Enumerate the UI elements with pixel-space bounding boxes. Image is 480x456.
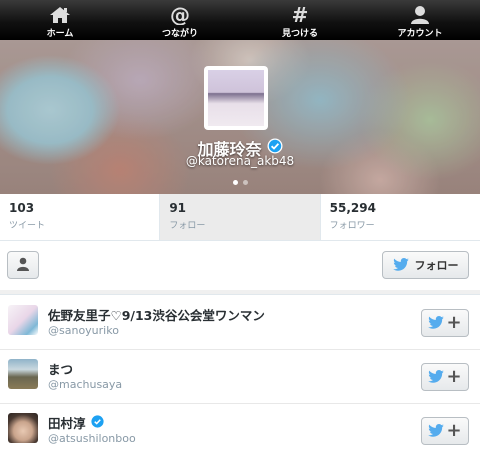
page-dot-active	[232, 180, 238, 185]
list-item[interactable]: 田村淳 @atsushilonboo +	[0, 404, 480, 456]
profile-stats: 103 ツイート 91 フォロー 55,294 フォロワー	[0, 194, 480, 241]
person-icon	[16, 256, 30, 275]
plus-icon: +	[446, 312, 462, 333]
profile-header: 加藤玲奈 @katorena_akb48	[0, 40, 480, 194]
page-indicator	[0, 180, 480, 185]
stat-following-caption: フォロー	[169, 221, 206, 231]
stat-following[interactable]: 91 フォロー	[160, 194, 321, 240]
user-name: 田村淳	[48, 416, 86, 431]
follow-button[interactable]: フォロー	[382, 251, 469, 279]
stat-tweets-value: 103	[9, 201, 35, 215]
profile-avatar[interactable]	[204, 66, 268, 130]
follow-user-button[interactable]: +	[421, 417, 469, 445]
section-divider	[0, 290, 480, 295]
svg-text:@: @	[170, 5, 190, 25]
stat-tweets-caption: ツイート	[9, 221, 46, 231]
home-icon	[47, 5, 73, 25]
hashtag-icon: #	[287, 5, 313, 25]
profile-avatar-image	[208, 70, 264, 126]
tab-account-label: アカウント	[397, 29, 443, 39]
plus-icon: +	[446, 420, 462, 441]
user-avatar	[8, 359, 38, 389]
stat-following-value: 91	[169, 201, 187, 215]
user-name: 佐野友里子♡9/13渋谷公会堂ワンマン	[48, 308, 265, 323]
verified-badge-icon	[90, 414, 104, 431]
user-name-row: まつ	[48, 359, 73, 378]
follow-user-button[interactable]: +	[421, 363, 469, 391]
tab-account[interactable]: アカウント	[360, 0, 480, 40]
profile-handle: @katorena_akb48	[185, 154, 295, 168]
twitter-bird-icon	[428, 422, 445, 441]
page-dot	[242, 180, 248, 185]
user-avatar	[8, 305, 38, 335]
user-handle: @sanoyuriko	[48, 324, 119, 337]
tab-discover[interactable]: # 見つける	[240, 0, 360, 40]
follow-user-button[interactable]: +	[421, 309, 469, 337]
stat-followers[interactable]: 55,294 フォロワー	[321, 194, 480, 240]
tab-bar: ホーム @ つながり # 見つける アカウント	[0, 0, 480, 40]
profile-actions: フォロー	[0, 241, 480, 293]
tab-home[interactable]: ホーム	[0, 0, 120, 40]
tab-connect[interactable]: @ つながり	[120, 0, 240, 40]
tab-discover-label: 見つける	[281, 29, 318, 39]
user-avatar	[8, 413, 38, 443]
at-icon: @	[167, 5, 193, 25]
list-item[interactable]: まつ @machusaya +	[0, 350, 480, 404]
tab-connect-label: つながり	[161, 29, 198, 39]
twitter-bird-icon	[428, 368, 445, 387]
user-name: まつ	[48, 362, 74, 377]
user-handle: @atsushilonboo	[48, 432, 136, 445]
stat-followers-value: 55,294	[329, 201, 376, 215]
user-name-row: 田村淳	[48, 413, 104, 432]
stat-tweets[interactable]: 103 ツイート	[0, 194, 161, 240]
person-button[interactable]	[7, 251, 39, 279]
twitter-bird-icon	[428, 314, 445, 333]
tab-home-label: ホーム	[46, 29, 74, 39]
plus-icon: +	[446, 366, 462, 387]
stat-followers-caption: フォロワー	[329, 221, 375, 231]
user-handle: @machusaya	[48, 378, 123, 391]
list-item[interactable]: 佐野友里子♡9/13渋谷公会堂ワンマン @sanoyuriko +	[0, 296, 480, 350]
account-icon	[407, 5, 433, 25]
svg-text:#: #	[292, 5, 309, 25]
follow-button-label: フォロー	[414, 259, 459, 272]
user-name-row: 佐野友里子♡9/13渋谷公会堂ワンマン	[48, 305, 265, 324]
twitter-bird-icon	[392, 256, 409, 275]
